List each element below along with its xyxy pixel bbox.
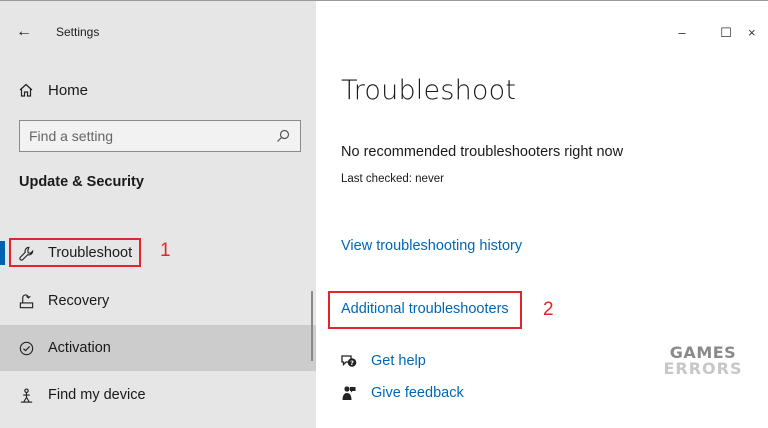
sidebar-item-activation[interactable]: Activation (0, 325, 316, 371)
search-box[interactable] (19, 120, 301, 152)
sidebar-item-recovery[interactable]: Recovery (0, 278, 316, 324)
sidebar: ← Settings Home Update & Security (0, 1, 316, 428)
section-title: Update & Security (19, 174, 144, 190)
sidebar-item-label: Recovery (48, 293, 110, 309)
annotation-box-1 (9, 238, 141, 267)
view-history-link[interactable]: View troubleshooting history (341, 238, 522, 254)
status-message: No recommended troubleshooters right now (341, 144, 624, 160)
check-circle-icon (17, 339, 35, 357)
window-controls: – ☐ × (660, 23, 768, 47)
back-arrow-icon[interactable]: ← (16, 24, 32, 40)
maximize-button[interactable]: ☐ (704, 26, 748, 39)
watermark-line2: ERRORS (663, 359, 743, 378)
feedback-person-icon (341, 385, 357, 401)
get-help-link[interactable]: ? Get help (341, 353, 426, 369)
watermark-logo: GAMES ERRORS (663, 345, 743, 377)
person-location-icon (17, 386, 35, 404)
search-icon[interactable] (276, 129, 290, 143)
home-icon (19, 83, 33, 97)
chat-help-icon: ? (341, 353, 357, 369)
sidebar-scrollbar[interactable] (311, 291, 313, 361)
svg-text:?: ? (350, 359, 354, 367)
home-link[interactable]: Home (18, 79, 88, 101)
annotation-label-1: 1 (160, 240, 171, 261)
get-help-label[interactable]: Get help (371, 353, 426, 369)
close-button[interactable]: × (748, 26, 768, 39)
sidebar-item-find-my-device[interactable]: Find my device (0, 372, 316, 418)
give-feedback-link[interactable]: Give feedback (341, 385, 464, 401)
home-label: Home (48, 81, 89, 99)
additional-troubleshooters-link[interactable]: Additional troubleshooters (341, 301, 509, 317)
last-checked-text: Last checked: never (341, 173, 444, 185)
give-feedback-label[interactable]: Give feedback (371, 385, 464, 401)
search-input[interactable] (29, 128, 259, 144)
main-content: – ☐ × Troubleshoot No recommended troubl… (316, 1, 768, 428)
annotation-label-2: 2 (543, 299, 554, 320)
page-title: Troubleshoot (341, 75, 517, 106)
sidebar-item-label: Activation (48, 340, 111, 356)
titlebar-left: ← Settings (16, 23, 99, 47)
minimize-button[interactable]: – (660, 26, 704, 39)
sidebar-item-label: Find my device (48, 387, 146, 403)
selected-indicator (0, 241, 5, 265)
recovery-icon (17, 292, 35, 310)
settings-window: ← Settings Home Update & Security (0, 0, 768, 428)
app-title: Settings (56, 25, 100, 39)
